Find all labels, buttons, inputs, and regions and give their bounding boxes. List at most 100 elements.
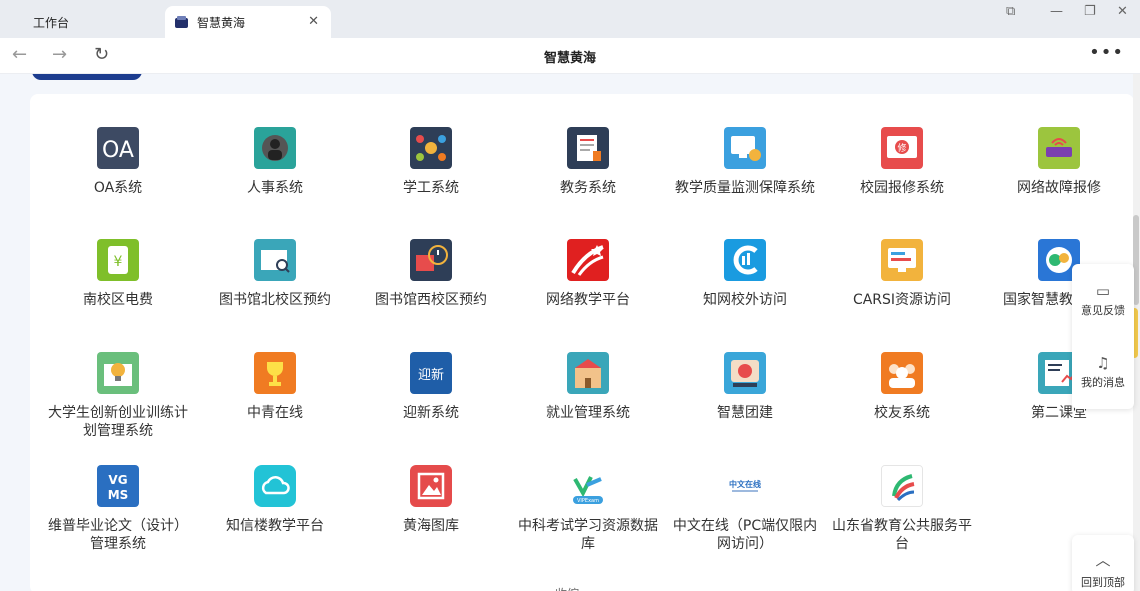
router-icon	[1038, 127, 1080, 169]
trophy-icon	[254, 352, 296, 394]
monitor-gear-icon	[724, 127, 766, 169]
app-label: 智慧团建	[717, 405, 773, 421]
people-group-icon	[881, 352, 923, 394]
monitor-icon	[881, 239, 923, 281]
app-label: CARSI资源访问	[852, 292, 952, 308]
app-library-west[interactable]: 图书馆西校区预约	[356, 239, 506, 309]
messages-button[interactable]: ♫ 我的消息	[1072, 354, 1134, 390]
app-oa[interactable]: OA OA系统	[43, 127, 193, 197]
collapse-link[interactable]: 收缩	[555, 585, 579, 591]
bell-icon: ♫	[1096, 354, 1110, 372]
app-icon	[174, 15, 189, 30]
page-title: 智慧黄海	[543, 51, 596, 66]
grid-icon	[10, 15, 25, 30]
calligraphy-logo-icon: 迎新	[410, 352, 452, 394]
cloud-icon	[254, 465, 296, 507]
svg-text:迎新: 迎新	[418, 367, 444, 383]
book-search-icon	[254, 239, 296, 281]
app-student-affairs[interactable]: 学工系统	[356, 127, 506, 197]
scrolled-header-remnant	[0, 74, 1140, 84]
app-innovation[interactable]: 大学生创新创业训练计划管理系统	[43, 352, 193, 440]
minimize-icon[interactable]: —	[1050, 4, 1063, 19]
app-label: 迎新系统	[403, 405, 459, 421]
app-label: 南校区电费	[83, 292, 153, 308]
app-youth-online[interactable]: 中青在线	[200, 352, 350, 422]
picture-icon	[410, 465, 452, 507]
network-people-icon	[410, 127, 452, 169]
feedback-label: 意见反馈	[1081, 304, 1125, 317]
app-label: 校园报修系统	[860, 180, 944, 196]
svg-text:VG: VG	[108, 473, 127, 487]
cnki-icon	[724, 239, 766, 281]
app-campus-repair[interactable]: 修 校园报修系统	[827, 127, 977, 197]
app-label: 知网校外访问	[703, 292, 787, 308]
svg-text:OA: OA	[102, 138, 134, 163]
tab-label: 工作台	[33, 15, 70, 30]
app-label: 教务系统	[560, 180, 616, 196]
repair-screen-icon: 修	[881, 127, 923, 169]
app-academic[interactable]: 教务系统	[513, 127, 663, 197]
tab-label: 智慧黄海	[197, 15, 246, 30]
vipexam-logo-icon: VIPExam	[567, 465, 609, 507]
app-electricity[interactable]: ¥ 南校区电费	[43, 239, 193, 309]
tab-workbench[interactable]: 工作台	[0, 6, 165, 38]
app-label: 山东省教育公共服务平台	[832, 518, 972, 552]
active-category-pill[interactable]	[32, 74, 142, 80]
svg-text:VIPExam: VIPExam	[577, 498, 599, 504]
building-icon	[567, 352, 609, 394]
person-gear-icon	[254, 127, 296, 169]
app-vipexam[interactable]: VIPExam 中科考试学习资源数据库	[513, 465, 663, 553]
app-employment[interactable]: 就业管理系统	[513, 352, 663, 422]
book-clock-icon	[410, 239, 452, 281]
app-thesis[interactable]: VG MS 维普毕业论文（设计）管理系统	[43, 465, 193, 553]
app-label: 中科考试学习资源数据库	[518, 518, 658, 552]
app-label: 图书馆北校区预约	[219, 292, 331, 308]
browser-tab-strip: 工作台 智慧黄海 ✕ ⧉ — ❐ ✕	[0, 0, 1140, 38]
app-freshman[interactable]: 迎新 迎新系统	[356, 352, 506, 422]
document-icon	[567, 127, 609, 169]
app-online-teaching[interactable]: 网络教学平台	[513, 239, 663, 309]
app-library-north[interactable]: 图书馆北校区预约	[200, 239, 350, 309]
app-label: 大学生创新创业训练计划管理系统	[48, 405, 188, 439]
app-label: 学工系统	[403, 180, 459, 196]
app-image-library[interactable]: 黄海图库	[356, 465, 506, 535]
vgms-logo-icon: VG MS	[97, 465, 139, 507]
messages-label: 我的消息	[1081, 376, 1125, 389]
app-teaching-quality[interactable]: 教学质量监测保障系统	[670, 127, 820, 197]
restore-tab-icon[interactable]: ⧉	[1006, 4, 1015, 19]
app-cnki[interactable]: 知网校外访问	[670, 239, 820, 309]
app-hr[interactable]: 人事系统	[200, 127, 350, 197]
back-to-top-button[interactable]: ︿ 回到顶部	[1072, 535, 1134, 591]
app-zhixinlou[interactable]: 知信楼教学平台	[200, 465, 350, 535]
svg-text:¥: ¥	[114, 254, 123, 270]
app-chinese-online[interactable]: 中文在线 中文在线（PC端仅限内网访问）	[670, 465, 820, 553]
app-label: 网络故障报修	[1017, 180, 1101, 196]
svg-text:中文在线: 中文在线	[729, 479, 761, 489]
app-label: 网络教学平台	[546, 292, 630, 308]
feedback-button[interactable]: ▭ 意见反馈	[1072, 282, 1134, 318]
app-network-repair[interactable]: 网络故障报修	[984, 127, 1134, 197]
chinese-online-logo-icon: 中文在线	[724, 465, 766, 507]
maximize-icon[interactable]: ❐	[1084, 4, 1096, 19]
window-close-icon[interactable]: ✕	[1117, 4, 1128, 19]
app-label: 就业管理系统	[546, 405, 630, 421]
battery-yen-icon: ¥	[97, 239, 139, 281]
badge-screen-icon	[724, 352, 766, 394]
app-label: 人事系统	[247, 180, 303, 196]
app-carsi[interactable]: CARSI资源访问	[827, 239, 977, 309]
app-label: 黄海图库	[403, 518, 459, 534]
oa-icon: OA	[97, 127, 139, 169]
svg-text:修: 修	[897, 142, 906, 154]
tab-smart-huanghai[interactable]: 智慧黄海 ✕	[165, 6, 331, 38]
feedback-icon: ▭	[1095, 282, 1111, 300]
app-alumni[interactable]: 校友系统	[827, 352, 977, 422]
app-shandong-edu[interactable]: 山东省教育公共服务平台	[827, 465, 977, 553]
app-smart-league[interactable]: 智慧团建	[670, 352, 820, 422]
app-label: 校友系统	[874, 405, 930, 421]
close-icon[interactable]: ✕	[308, 14, 319, 29]
more-menu-icon[interactable]: •••	[1089, 42, 1124, 63]
svg-text:MS: MS	[108, 488, 129, 502]
app-grid-card: OA OA系统 人事系统 学工系统 教务系统 教学质量监测保障系统 修 校园报修…	[30, 94, 1134, 591]
lightbulb-book-icon	[97, 352, 139, 394]
ribbon-logo-icon	[881, 465, 923, 507]
